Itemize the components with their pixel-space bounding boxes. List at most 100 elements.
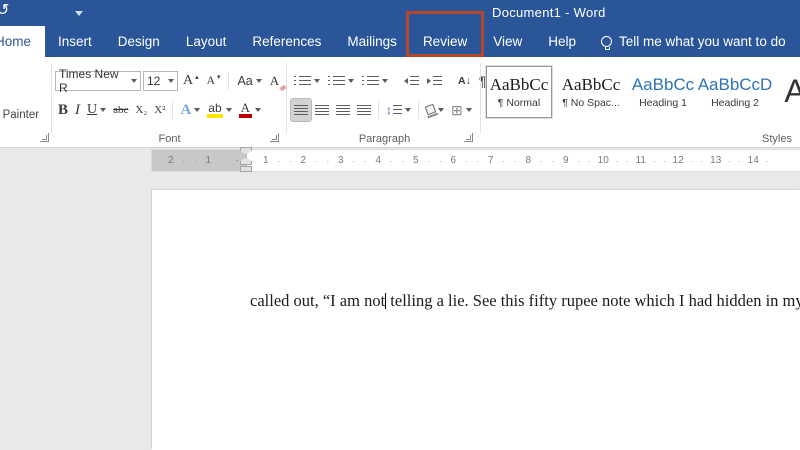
paragraph-group: A↓ ¶ ↕ ⊞ Paragraph [288, 57, 481, 147]
borders-button[interactable]: ⊞ [448, 99, 475, 121]
ribbon-tab-strip: Home Insert Design Layout References Mai… [0, 26, 800, 57]
ribbon-tab[interactable]: View [480, 26, 535, 57]
chevron-down-icon [100, 108, 106, 112]
clear-formatting-button[interactable]: A [267, 70, 282, 92]
align-left-button[interactable] [291, 99, 311, 121]
chevron-down-icon [348, 79, 354, 83]
style-item[interactable]: AaBbCc ¶ No Spac... [558, 66, 624, 118]
line-spacing-button[interactable]: ↕ [383, 99, 414, 121]
italic-button[interactable]: I [72, 99, 83, 121]
chevron-down-icon [168, 79, 174, 83]
word-window: ↺ Document1 - Word Home Insert Design La… [0, 0, 800, 450]
subscript-button[interactable]: X₂ [132, 99, 150, 121]
bold-button[interactable]: B [55, 99, 71, 121]
chevron-down-icon [314, 79, 320, 83]
document-page: called out, “I am not telling a lie. See… [152, 190, 800, 450]
left-indent-marker[interactable] [240, 166, 252, 172]
strikethrough-button[interactable]: abc [110, 99, 131, 121]
borders-icon: ⊞ [451, 103, 463, 117]
font-dialog-launcher-icon[interactable] [270, 133, 279, 142]
document-line-with-cursor: called out, “I am not telling a lie. See… [250, 289, 800, 312]
shading-button[interactable] [423, 99, 447, 121]
ruler-page-area: ·1··2··3··4··5··6··7··8··9··10··11··12··… [247, 150, 772, 171]
indent-markers[interactable] [240, 147, 252, 172]
align-left-icon [294, 105, 308, 116]
superscript-button[interactable]: X² [151, 99, 168, 121]
font-group-label: Font [52, 133, 287, 145]
decrease-indent-button[interactable] [401, 70, 422, 92]
document-text-area[interactable]: called out, “I am not telling a lie. See… [250, 289, 800, 450]
increase-indent-icon [427, 78, 431, 84]
font-group: Times New R 12 A▴ A▾ Aa A [52, 57, 287, 147]
align-center-button[interactable] [312, 99, 332, 121]
ribbon-tab[interactable]: Mailings [334, 26, 410, 57]
paint-bucket-icon [425, 103, 437, 115]
ribbon-tab[interactable]: Help [535, 26, 589, 57]
change-case-button[interactable]: Aa [234, 70, 264, 92]
ribbon-tab[interactable]: Review [410, 26, 480, 57]
justify-button[interactable] [354, 99, 374, 121]
style-item[interactable]: AaBbCc Heading 1 [630, 66, 696, 118]
justify-icon [357, 105, 371, 116]
tell-me-search[interactable]: Tell me what you want to do [589, 26, 798, 57]
styles-group: AaBbCc ¶ Normal AaBbCc ¶ No Spac... AaBb… [482, 57, 800, 147]
font-color-button[interactable]: A [236, 99, 264, 121]
styles-gallery: AaBbCc ¶ Normal AaBbCc ¶ No Spac... AaBb… [486, 66, 800, 118]
multilevel-list-icon [367, 76, 379, 87]
multilevel-list-button[interactable] [359, 70, 391, 92]
font-color-icon: A [239, 102, 252, 118]
text-effects-icon: A [180, 102, 191, 119]
divider [228, 72, 229, 90]
paragraph-group-label: Paragraph [288, 133, 481, 145]
ruler-margin-area: ·2··1· · [152, 150, 247, 171]
ribbon-tab[interactable]: Home [0, 26, 45, 57]
text-effects-button[interactable]: A [177, 99, 203, 121]
horizontal-ruler[interactable]: ·2··1· · ·1··2··3··4··5··6··7··8··9··10·… [152, 150, 800, 171]
ruler-zone: ·2··1· · ·1··2··3··4··5··6··7··8··9··10·… [0, 148, 800, 190]
undo-icon[interactable]: ↺ [0, 1, 9, 21]
shrink-font-button[interactable]: A▾ [204, 70, 224, 92]
chevron-down-icon [466, 108, 472, 112]
style-item[interactable]: A [774, 66, 800, 118]
style-item[interactable]: AaBbCcD Heading 2 [702, 66, 768, 118]
chevron-down-icon [255, 108, 261, 112]
ribbon-tab[interactable]: References [239, 26, 334, 57]
first-line-indent-marker[interactable] [240, 147, 252, 155]
clipboard-group: Format Painter [0, 57, 52, 147]
align-right-button[interactable] [333, 99, 353, 121]
quick-access-customize-icon[interactable] [75, 11, 83, 16]
chevron-down-icon [382, 79, 388, 83]
numbering-icon [333, 76, 345, 87]
chevron-down-icon [405, 108, 411, 112]
ribbon-tab[interactable]: Design [105, 26, 173, 57]
sort-button[interactable]: A↓ [455, 70, 474, 92]
style-item[interactable]: AaBbCc ¶ Normal [486, 66, 552, 118]
chevron-down-icon [194, 108, 200, 112]
title-bar: ↺ Document1 - Word [0, 0, 800, 26]
decrease-indent-icon [404, 78, 408, 84]
font-name-combo[interactable]: Times New R [55, 71, 141, 91]
ribbon-tab[interactable]: Insert [45, 26, 105, 57]
hanging-indent-marker[interactable] [240, 157, 252, 165]
styles-group-label: Styles [762, 133, 792, 145]
divider [418, 101, 419, 119]
ribbon: Format Painter Times New R 12 A▴ A▾ [0, 57, 800, 148]
bullets-button[interactable] [291, 70, 323, 92]
line-spacing-icon: ↕ [386, 105, 392, 116]
paragraph-dialog-launcher-icon[interactable] [464, 133, 473, 142]
highlight-icon: ab [207, 102, 222, 118]
chevron-down-icon [226, 108, 232, 112]
highlight-color-button[interactable]: ab [204, 99, 234, 121]
numbering-button[interactable] [325, 70, 357, 92]
ribbon-tab[interactable]: Layout [173, 26, 240, 57]
format-painter-button[interactable]: Format Painter [0, 109, 39, 121]
font-size-combo[interactable]: 12 [143, 71, 178, 91]
grow-font-button[interactable]: A▴ [180, 70, 202, 92]
chevron-down-icon [438, 108, 444, 112]
clipboard-dialog-launcher-icon[interactable] [40, 133, 49, 142]
increase-indent-button[interactable] [424, 70, 445, 92]
divider [378, 101, 379, 119]
chevron-down-icon [131, 79, 137, 83]
underline-button[interactable]: U [84, 99, 109, 121]
lightbulb-icon [601, 36, 612, 47]
